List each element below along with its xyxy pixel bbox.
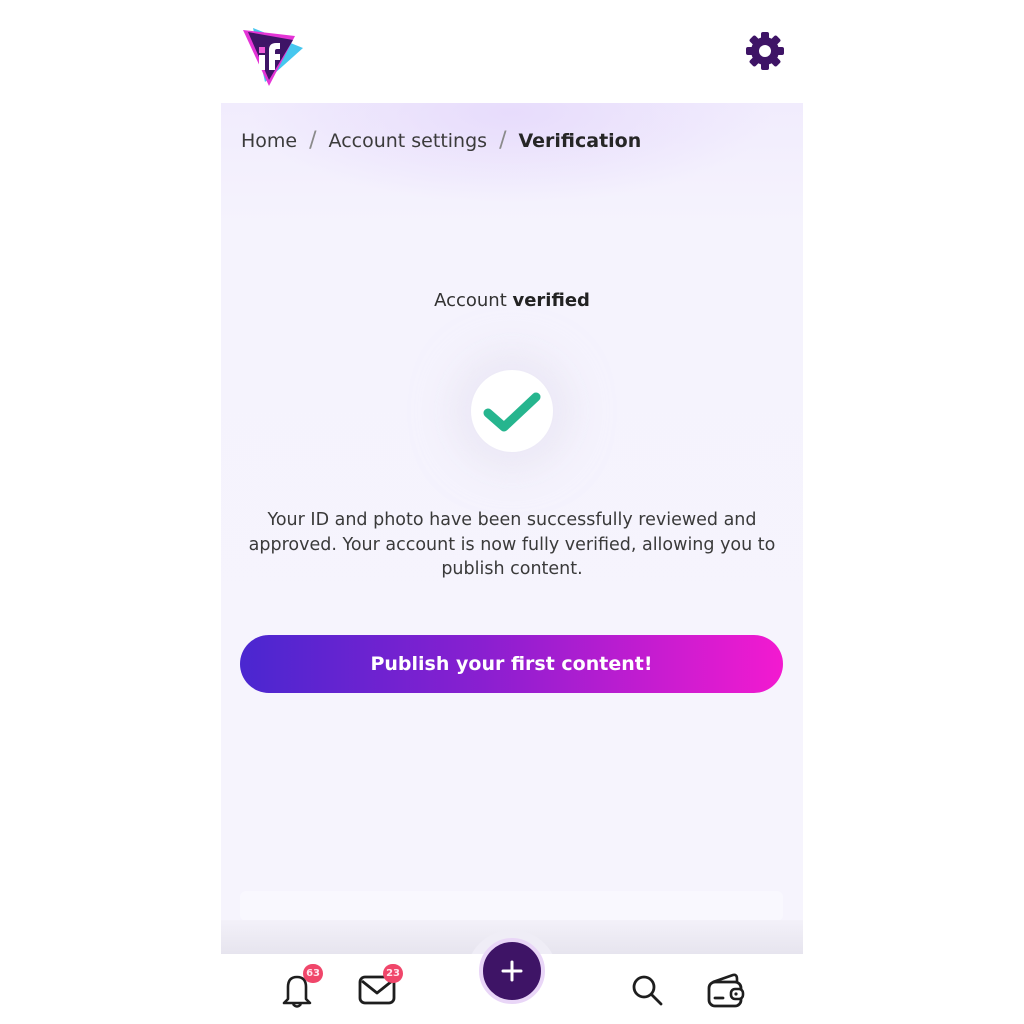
wallet-icon (707, 973, 745, 1008)
logo[interactable] (239, 20, 305, 86)
notifications-badge: 63 (303, 964, 323, 983)
status-prefix: Account (434, 290, 513, 311)
settings-button[interactable] (745, 31, 785, 71)
breadcrumb-home[interactable]: Home (241, 130, 297, 152)
breadcrumb-current: Verification (518, 129, 642, 152)
header (221, 0, 803, 103)
breadcrumb-account-settings[interactable]: Account settings (329, 130, 488, 152)
wallet-button[interactable] (706, 970, 746, 1010)
messages-button[interactable]: 23 (357, 964, 403, 1010)
verification-description: Your ID and photo have been successfully… (248, 510, 776, 579)
verified-badge (471, 370, 553, 452)
breadcrumb-separator: / (499, 128, 507, 153)
status-emphasis: verified (512, 290, 590, 311)
plus-icon (501, 960, 523, 982)
search-button[interactable] (627, 970, 667, 1010)
logo-icon (243, 28, 303, 86)
create-button[interactable] (479, 938, 545, 1004)
search-icon (632, 975, 663, 1006)
messages-badge: 23 (383, 964, 403, 983)
status-title: Account verified (221, 290, 803, 311)
notifications-button[interactable]: 63 (277, 964, 323, 1010)
breadcrumb-separator: / (309, 128, 317, 153)
check-icon (483, 392, 541, 432)
gear-icon (746, 32, 784, 70)
placeholder-bar (240, 891, 783, 921)
breadcrumb: Home / Account settings / Verification (241, 128, 641, 153)
app-frame: Home / Account settings / Verification A… (221, 0, 803, 1024)
publish-content-button[interactable]: Publish your first content! (240, 635, 783, 693)
